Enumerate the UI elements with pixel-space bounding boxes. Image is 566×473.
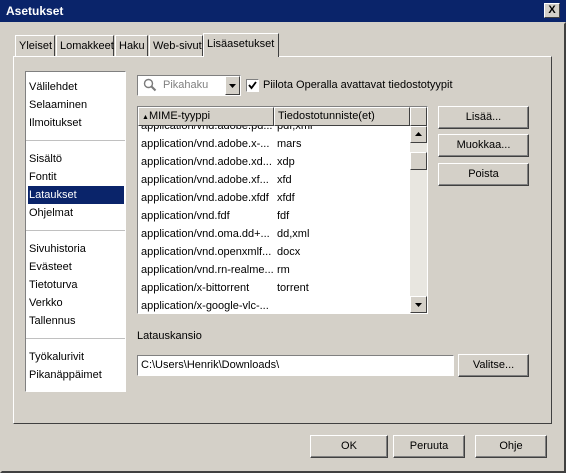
category-item[interactable]: Pikanäppäimet	[28, 366, 102, 384]
mime-type-cell: application/vnd.openxmlf...	[141, 246, 272, 258]
mime-type-cell: application/vnd.adobe.xd...	[141, 156, 272, 168]
category-item[interactable]: Fontit	[28, 168, 57, 186]
extension-cell: mars	[277, 138, 302, 150]
table-row[interactable]: application/vnd.oma.dd+... dd,xml	[138, 225, 410, 243]
category-list: Välilehdet Selaaminen Ilmoitukset Sisältö Fo…	[25, 71, 126, 392]
category-item[interactable]: Evästeet	[28, 258, 72, 276]
extension-cell: xfd	[277, 174, 292, 186]
tab-label: Lomakkeet	[60, 40, 114, 52]
column-header-label: MIME-tyyppi	[148, 110, 211, 122]
chevron-down-icon	[229, 84, 236, 88]
category-item[interactable]: Sivuhistoria	[28, 240, 86, 258]
mime-rows: application/vnd.adobe.pd... pdf,xml applic…	[138, 126, 410, 313]
category-separator	[26, 338, 125, 339]
extension-cell	[277, 297, 407, 313]
table-row[interactable]: application/vnd.adobe.x-... mars	[138, 135, 410, 153]
column-header-extensions[interactable]: Tiedostotunniste(et)	[274, 107, 410, 126]
window-title: Asetukset	[6, 4, 64, 18]
arrow-down-icon	[415, 303, 422, 307]
hide-opened-checkbox[interactable]	[246, 79, 259, 92]
cancel-button[interactable]: Peruuta	[393, 435, 465, 458]
mime-type-cell: application/vnd.adobe.pd...	[141, 126, 273, 132]
quick-search-placeholder: Pikahaku	[163, 79, 209, 91]
scroll-thumb[interactable]	[410, 152, 427, 170]
table-row[interactable]: application/vnd.adobe.xfdf xfdf	[138, 189, 410, 207]
category-separator	[26, 230, 125, 231]
table-row[interactable]: application/vnd.adobe.pd... pdf,xml	[138, 126, 410, 135]
category-separator	[26, 140, 125, 141]
category-item[interactable]: Lataukset	[28, 186, 124, 204]
category-item[interactable]: Välilehdet	[28, 78, 77, 96]
extension-cell: xdp	[277, 156, 295, 168]
ok-button[interactable]: OK	[310, 435, 388, 458]
tab-label: Haku	[119, 40, 145, 52]
tab-lomakkeet[interactable]: Lomakkeet	[56, 35, 114, 56]
help-button[interactable]: Ohje	[475, 435, 547, 458]
tab-label: Web-sivut	[153, 40, 202, 52]
edit-button[interactable]: Muokkaa...	[438, 134, 529, 157]
category-item[interactable]: Verkko	[28, 294, 63, 312]
category-item[interactable]: Työkalurivit	[28, 348, 84, 366]
mime-type-cell: application/vnd.adobe.xf...	[141, 174, 269, 186]
scroll-up-button[interactable]	[410, 126, 427, 143]
sort-asc-icon: ▲	[142, 114, 149, 121]
choose-folder-button[interactable]: Valitse...	[458, 354, 529, 377]
download-folder-label: Latauskansio	[137, 330, 202, 342]
scroll-down-button[interactable]	[410, 296, 427, 313]
table-row[interactable]: application/vnd.fdf fdf	[138, 207, 410, 225]
tab-yleiset[interactable]: Yleiset	[15, 35, 55, 56]
download-folder-path-field[interactable]: C:\Users\Henrik\Downloads\	[137, 355, 454, 376]
add-button[interactable]: Lisää...	[438, 106, 529, 129]
category-item[interactable]: Selaaminen	[28, 96, 87, 114]
title-bar: Asetukset	[0, 0, 566, 22]
category-item[interactable]: Ohjelmat	[28, 204, 73, 222]
table-row[interactable]: application/vnd.adobe.xd... xdp	[138, 153, 410, 171]
vertical-scrollbar[interactable]	[410, 126, 427, 313]
extension-cell: fdf	[277, 210, 290, 222]
search-dropdown-button[interactable]	[225, 76, 240, 95]
extension-cell: rm	[277, 264, 290, 276]
extension-cell: docx	[277, 246, 301, 258]
tab-haku[interactable]: Haku	[115, 35, 148, 56]
category-item[interactable]: Tallennus	[28, 312, 75, 330]
hide-opened-label: Piilota Operalla avattavat tiedostotyypi…	[263, 79, 453, 91]
extension-cell: pdf,xml	[277, 126, 313, 132]
column-header-label: Tiedostotunniste(et)	[278, 110, 375, 122]
magnifier-icon	[143, 78, 157, 92]
category-item[interactable]: Ilmoitukset	[28, 114, 82, 132]
table-row[interactable]: application/vnd.rn-realme... rm	[138, 261, 410, 279]
extension-cell: dd,xml	[277, 228, 310, 240]
table-row[interactable]: application/vnd.adobe.xf... xfd	[138, 171, 410, 189]
mime-type-cell: application/x-google-vlc-...	[141, 300, 269, 312]
column-header-mime[interactable]: ▲MIME-tyyppi	[138, 107, 274, 126]
quick-search-field[interactable]: Pikahaku	[137, 75, 241, 96]
table-row[interactable]: application/x-bittorrent torrent	[138, 279, 410, 297]
mime-type-cell: application/vnd.adobe.x-...	[141, 138, 270, 150]
close-button[interactable]: X	[544, 3, 560, 18]
tab-label: Yleiset	[19, 40, 53, 52]
mime-type-cell: application/x-bittorrent	[141, 282, 250, 294]
table-row[interactable]: application/x-google-vlc-...	[138, 297, 410, 313]
mime-type-cell: application/vnd.oma.dd+...	[141, 228, 270, 240]
mime-type-cell: application/vnd.adobe.xfdf	[141, 192, 269, 204]
tab-lisaasetukset[interactable]: Lisäasetukset	[203, 33, 279, 57]
extension-cell: xfdf	[277, 192, 295, 204]
mime-type-cell: application/vnd.fdf	[141, 210, 230, 222]
extension-cell: torrent	[277, 282, 309, 294]
mime-type-cell: application/vnd.rn-realme...	[141, 264, 274, 276]
arrow-up-icon	[415, 132, 422, 136]
category-item[interactable]: Tietoturva	[28, 276, 78, 294]
header-corner	[410, 107, 427, 126]
remove-button[interactable]: Poista	[438, 163, 529, 186]
tab-label: Lisäasetukset	[207, 38, 275, 50]
tab-web-sivut[interactable]: Web-sivut	[149, 35, 203, 56]
category-item[interactable]: Sisältö	[28, 150, 62, 168]
mime-table[interactable]: ▲MIME-tyyppi Tiedostotunniste(et) applic…	[137, 106, 428, 314]
table-row[interactable]: application/vnd.openxmlf... docx	[138, 243, 410, 261]
checkmark-icon	[248, 81, 257, 90]
